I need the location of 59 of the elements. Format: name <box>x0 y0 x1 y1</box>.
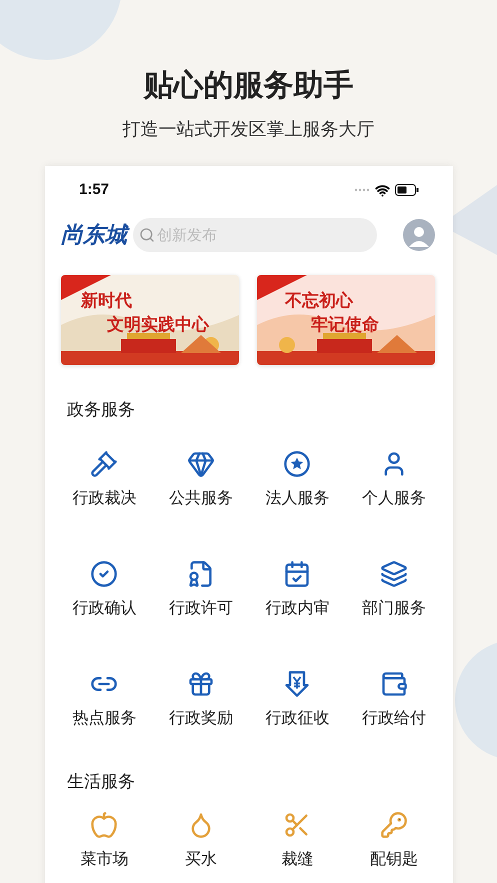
diamond-icon <box>186 450 215 478</box>
battery-icon <box>395 184 419 196</box>
service-item[interactable]: 行政征收 <box>249 670 346 730</box>
subtitle: 打造一站式开发区掌上服务大厅 <box>122 118 374 141</box>
service-label: 个人服务 <box>362 486 426 508</box>
service-item[interactable]: 配钥匙 <box>346 811 442 871</box>
star-circle-icon <box>283 450 312 478</box>
banner[interactable]: 新时代 文明实践中心 <box>61 275 239 365</box>
key-icon <box>380 811 408 839</box>
service-label: 行政给付 <box>362 706 426 728</box>
service-item[interactable]: 行政给付 <box>346 670 442 730</box>
service-item[interactable]: 裁缝 <box>249 811 346 871</box>
service-item[interactable]: 行政确认 <box>56 560 152 620</box>
calendar-check-icon <box>283 560 312 588</box>
signal-icon <box>354 188 370 192</box>
service-label: 行政确认 <box>72 596 136 618</box>
gavel-icon <box>90 450 118 478</box>
banner-title: 新时代 <box>81 290 133 313</box>
status-time: 1:57 <box>79 180 110 200</box>
service-item[interactable]: 行政奖励 <box>152 670 249 730</box>
wallet-icon <box>380 670 408 698</box>
service-label: 行政裁决 <box>72 486 136 508</box>
banner-title: 不忘初心 <box>285 290 354 313</box>
search-icon <box>139 227 155 243</box>
service-label: 行政内审 <box>265 596 330 618</box>
banner-title: 牢记使命 <box>310 314 380 337</box>
wifi-icon <box>375 182 390 198</box>
avatar-icon[interactable] <box>403 219 435 251</box>
service-label: 法人服务 <box>265 486 330 508</box>
service-label: 行政许可 <box>168 596 233 618</box>
service-item[interactable]: 行政许可 <box>152 560 249 620</box>
service-label: 热点服务 <box>72 706 136 728</box>
service-item[interactable]: 行政裁决 <box>56 450 152 510</box>
headline: 贴心的服务助手 <box>144 68 354 104</box>
section-title: 生活服务 <box>66 770 136 794</box>
banner-title: 文明实践中心 <box>106 314 210 337</box>
layers-icon <box>380 560 408 588</box>
service-item[interactable]: 个人服务 <box>346 450 442 510</box>
service-item[interactable]: 行政内审 <box>249 560 346 620</box>
banner[interactable]: 不忘初心 牢记使命 <box>257 275 435 365</box>
check-circle-icon <box>90 560 118 588</box>
service-label: 行政征收 <box>265 706 330 728</box>
service-label: 买水 <box>184 848 217 870</box>
service-label: 行政奖励 <box>168 706 233 728</box>
fruit-icon <box>90 811 118 839</box>
gift-icon <box>186 670 215 698</box>
section-title: 政务服务 <box>66 399 136 422</box>
service-label: 裁缝 <box>281 848 314 870</box>
service-label: 公共服务 <box>168 486 233 508</box>
service-item[interactable]: 法人服务 <box>249 450 346 510</box>
service-item[interactable]: 公共服务 <box>152 450 249 510</box>
service-item[interactable]: 菜市场 <box>56 811 152 871</box>
service-item[interactable]: 部门服务 <box>346 560 442 620</box>
service-label: 菜市场 <box>80 848 128 870</box>
service-label: 配钥匙 <box>370 848 418 870</box>
yen-arrow-icon <box>283 670 312 698</box>
service-label: 部门服务 <box>362 596 426 618</box>
service-item[interactable]: 热点服务 <box>56 670 152 730</box>
service-item[interactable]: 买水 <box>152 811 249 871</box>
